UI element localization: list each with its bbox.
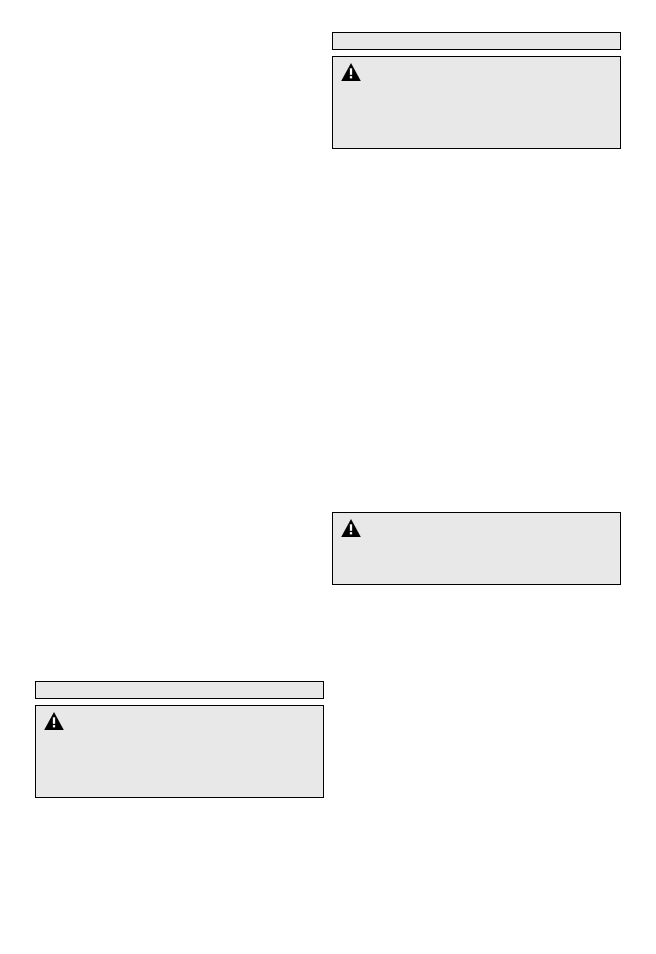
callout-body-lower-left [35,705,324,798]
callout-body-mid-right [332,512,621,585]
callout-body-top-right [332,56,621,149]
warning-icon [341,63,361,81]
warning-icon [44,712,64,730]
warning-icon [341,519,361,537]
page [0,0,656,954]
callout-header-top-right [332,32,621,50]
callout-header-lower-left [35,681,324,699]
